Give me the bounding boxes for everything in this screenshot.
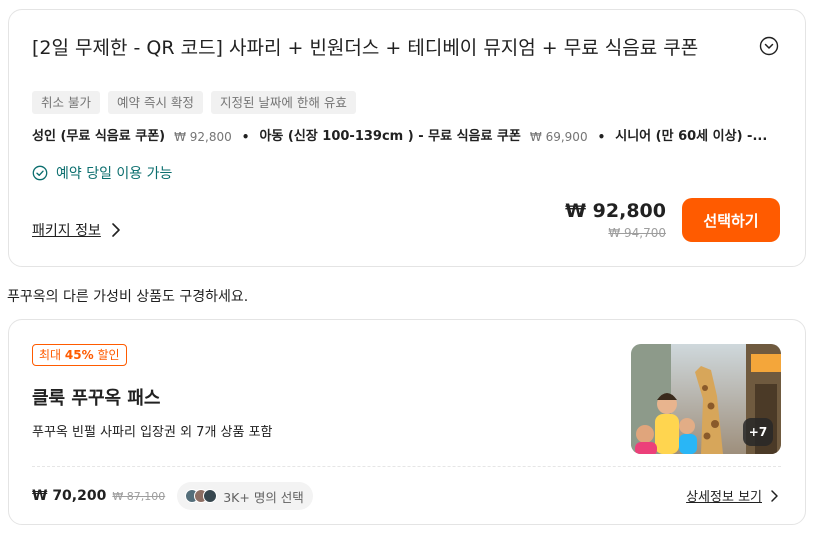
pass-card[interactable]: 최대 45% 할인 클룩 푸꾸옥 패스 푸꾸옥 빈펄 사파리 입장권 외 7개 … xyxy=(8,319,806,525)
discount-badge: 최대 45% 할인 xyxy=(32,344,127,366)
pass-thumbnail[interactable]: +7 xyxy=(631,344,781,454)
tag-instant-confirm: 예약 즉시 확정 xyxy=(107,91,203,114)
package-info-link[interactable]: 패키지 정보 xyxy=(32,220,121,240)
pass-bottom-row: ₩ 70,200 ₩ 87,100 3K+ 명의 선택 xyxy=(32,482,313,510)
discount-prefix: 최대 xyxy=(39,348,65,362)
same-day-availability: 예약 당일 이용 가능 xyxy=(32,163,172,183)
price-option-value: ₩ 69,900 xyxy=(529,130,588,144)
social-proof-badge: 3K+ 명의 선택 xyxy=(177,482,313,510)
package-info-label: 패키지 정보 xyxy=(32,223,101,239)
select-button[interactable]: 선택하기 xyxy=(682,198,780,242)
chevron-down-circle-icon[interactable] xyxy=(759,36,779,56)
same-day-label: 예약 당일 이용 가능 xyxy=(56,166,173,182)
package-title: [2일 무제한 - QR 코드] 사파리 + 빈원더스 + 테디베이 뮤지엄 +… xyxy=(32,37,699,59)
tag-date-valid: 지정된 날짜에 한해 유효 xyxy=(210,91,356,114)
price-option-name: 성인 (무료 식음료 쿠폰) xyxy=(32,129,166,144)
discount-value: 45% xyxy=(64,348,94,362)
avatar xyxy=(203,489,218,503)
separator-dot: • xyxy=(597,130,606,144)
chevron-right-icon xyxy=(112,223,120,237)
price-option-value: ₩ 92,800 xyxy=(174,130,232,144)
pass-description: 푸꾸옥 빈펄 사파리 입장권 외 7개 상품 포함 xyxy=(32,425,273,440)
section-heading: 푸꾸옥의 다른 가성비 상품도 구경하세요. xyxy=(7,289,249,305)
pass-price: ₩ 70,200 xyxy=(32,488,107,504)
user-avatars-icon xyxy=(185,489,218,503)
package-tags: 취소 불가 예약 즉시 확정 지정된 날짜에 한해 유효 xyxy=(32,91,356,114)
check-circle-icon xyxy=(32,165,48,181)
divider xyxy=(32,466,781,467)
current-price: ₩ 92,800 xyxy=(565,200,666,222)
pass-original-price: ₩ 87,100 xyxy=(112,489,166,503)
tag-non-refundable: 취소 불가 xyxy=(32,91,100,114)
original-price: ₩ 94,700 xyxy=(608,226,666,240)
discount-suffix: 할인 xyxy=(93,348,120,362)
price-option-name: 아동 (신장 100-139cm ) - 무료 식음료 쿠폰 xyxy=(259,129,521,144)
image-count-badge: +7 xyxy=(743,418,773,446)
package-price: ₩ 92,800 ₩ 94,700 xyxy=(565,199,666,240)
price-option-name: 시니어 (만 60세 이상) -... xyxy=(615,129,768,144)
package-card: [2일 무제한 - QR 코드] 사파리 + 빈원더스 + 테디베이 뮤지엄 +… xyxy=(8,9,806,267)
detail-link[interactable]: 상세정보 보기 xyxy=(686,486,779,505)
pass-title: 클룩 푸꾸옥 패스 xyxy=(32,388,161,409)
separator-dot: • xyxy=(241,130,250,144)
social-proof-text: 3K+ 명의 선택 xyxy=(223,489,304,505)
price-options: 성인 (무료 식음료 쿠폰) ₩ 92,800 • 아동 (신장 100-139… xyxy=(32,127,782,147)
detail-link-label: 상세정보 보기 xyxy=(686,490,762,505)
chevron-right-icon xyxy=(771,489,778,502)
